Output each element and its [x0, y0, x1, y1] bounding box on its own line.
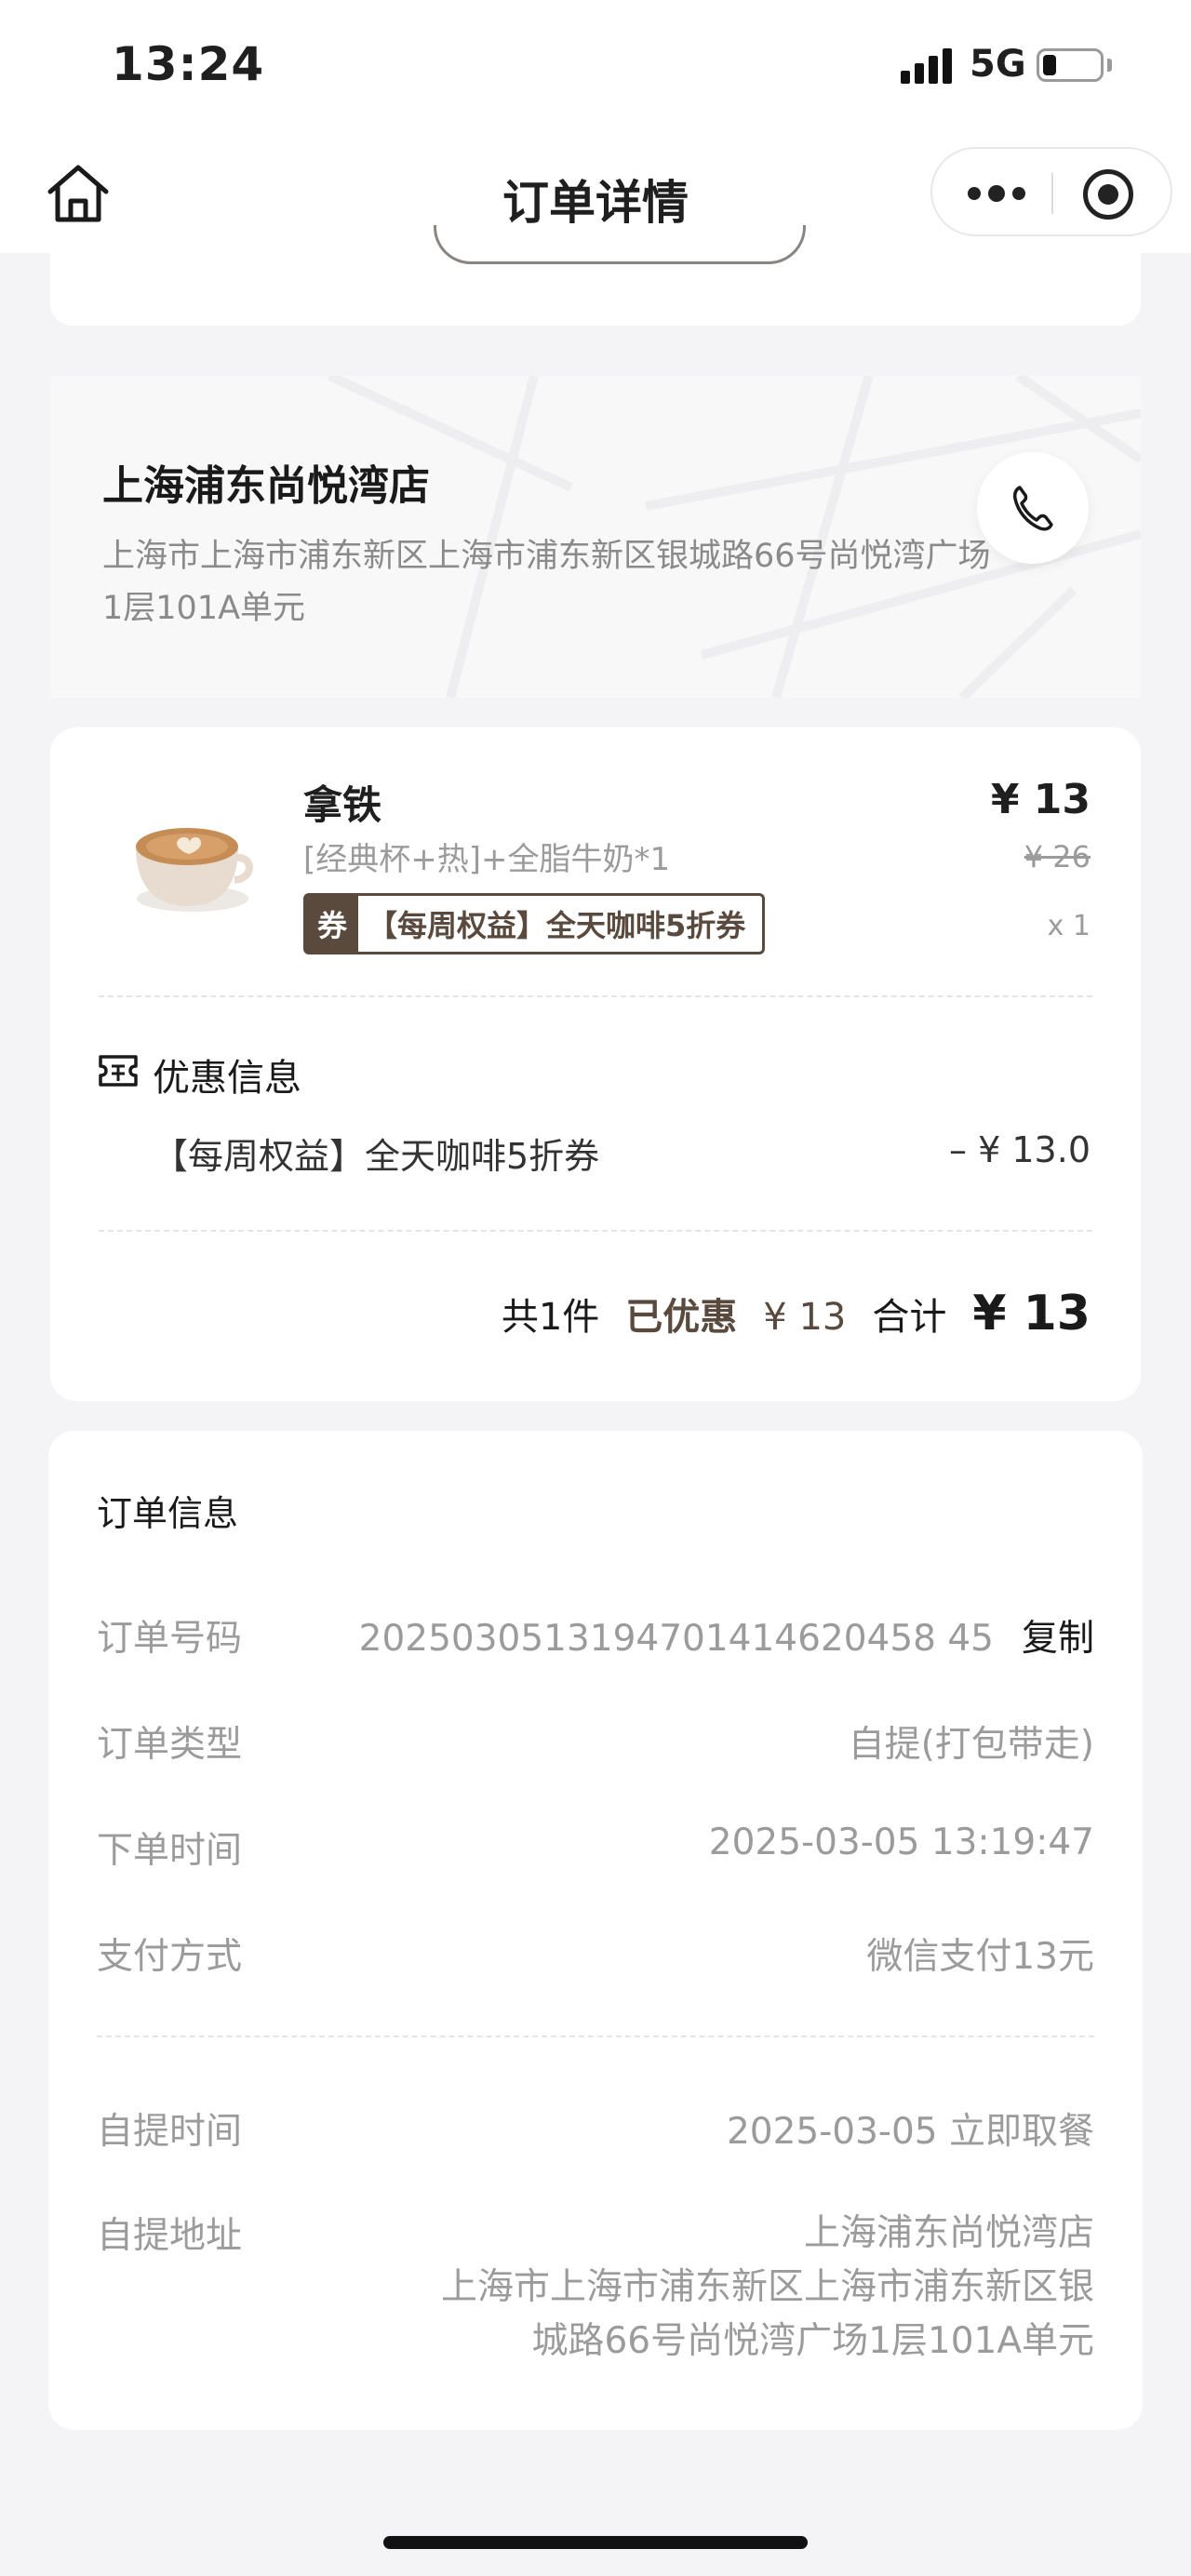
- coupon-tag: 券 【每周权益】全天咖啡5折券: [303, 893, 766, 954]
- pickup-address-value: 上海浦东尚悦湾店 上海市上海市浦东新区上海市浦东新区银 城路66号尚悦湾广场1层…: [350, 2207, 1094, 2369]
- payment-value: 微信支付13元: [866, 1936, 1094, 1978]
- product-original-price: ¥ 26: [1024, 839, 1091, 874]
- discount-title: 优惠信息: [153, 1057, 301, 1100]
- pickup-time-value: 2025-03-05 立即取餐: [726, 2111, 1094, 2153]
- order-type-label: 订单类型: [97, 1724, 243, 1766]
- total-label: 合计: [872, 1296, 947, 1339]
- store-name: 上海浦东尚悦湾店: [102, 462, 430, 510]
- status-bar: 13:24 5G: [0, 0, 1191, 130]
- payment-label: 支付方式: [97, 1936, 243, 1978]
- battery-icon: [1037, 48, 1104, 82]
- ticket-icon: [97, 1049, 140, 1094]
- status-time: 13:24: [112, 37, 265, 91]
- total-value: ¥ 13: [972, 1286, 1091, 1341]
- order-number-value: 2025030513194701414620458 45 复制: [359, 1609, 1094, 1662]
- order-number-label: 订单号码: [97, 1618, 243, 1660]
- divider: [99, 1230, 1092, 1232]
- capsule-divider: [1051, 173, 1053, 214]
- product-quantity: x 1: [1047, 910, 1091, 942]
- more-dots-icon[interactable]: [958, 167, 1037, 220]
- order-type-value: 自提(打包带走): [848, 1724, 1094, 1766]
- saved-label: 已优惠: [625, 1296, 738, 1339]
- order-time-label: 下单时间: [97, 1830, 243, 1872]
- pickup-address-label: 自提地址: [97, 2215, 243, 2257]
- pickup-address-line: 上海市上海市浦东新区上海市浦东新区银: [440, 2266, 1094, 2308]
- order-items-card: 拿铁 [经典杯+热]+全脂牛奶*1 券 【每周权益】全天咖啡5折券 ¥ 13 ¥…: [50, 727, 1141, 1401]
- battery-cap: [1107, 59, 1112, 72]
- item-count: 共1件: [501, 1296, 600, 1339]
- coupon-name: 【每周权益】全天咖啡5折券: [368, 908, 746, 943]
- divider: [97, 2035, 1094, 2037]
- call-store-button[interactable]: [977, 452, 1089, 564]
- mini-program-close-icon[interactable]: [1083, 169, 1133, 220]
- product-name: 拿铁: [303, 782, 382, 828]
- phone-icon: [1013, 486, 1053, 531]
- saved-value: ¥ 13: [763, 1296, 847, 1339]
- pickup-address-line: 上海浦东尚悦湾店: [803, 2212, 1094, 2254]
- signal-icon: [901, 48, 957, 84]
- divider: [99, 995, 1092, 997]
- home-indicator: [383, 2536, 808, 2549]
- status-card-bottom: [50, 225, 1141, 326]
- product-spec: [经典杯+热]+全脂牛奶*1: [303, 841, 671, 878]
- order-info-card: 订单信息 订单号码 2025030513194701414620458 45 复制…: [48, 1431, 1143, 2430]
- action-button-outline[interactable]: [434, 225, 806, 264]
- latte-cup-image: [123, 817, 262, 919]
- mini-program-capsule: [930, 147, 1172, 236]
- discount-amount: – ¥ 13.0: [949, 1129, 1091, 1170]
- pickup-time-label: 自提时间: [97, 2111, 243, 2153]
- copy-button[interactable]: 复制: [1022, 1618, 1094, 1660]
- order-info-title: 订单信息: [97, 1493, 239, 1534]
- order-time-value: 2025-03-05 13:19:47: [708, 1822, 1094, 1863]
- product-price: ¥ 13: [990, 776, 1091, 823]
- discount-item-name: 【每周权益】全天咖啡5折券: [153, 1136, 600, 1177]
- order-summary: 共1件 已优惠 ¥ 13 合计 ¥ 13: [502, 1286, 1091, 1341]
- order-number: 2025030513194701414620458 45: [358, 1618, 994, 1660]
- network-label: 5G: [970, 43, 1026, 86]
- pickup-address-line: 城路66号尚悦湾广场1层101A单元: [531, 2320, 1094, 2362]
- store-address: 上海市上海市浦东新区上海市浦东新区银城路66号尚悦湾广场1层101A单元: [102, 538, 991, 627]
- store-card: 上海浦东尚悦湾店 上海市上海市浦东新区上海市浦东新区银城路66号尚悦湾广场1层1…: [50, 376, 1141, 698]
- coupon-badge: 券: [306, 896, 358, 952]
